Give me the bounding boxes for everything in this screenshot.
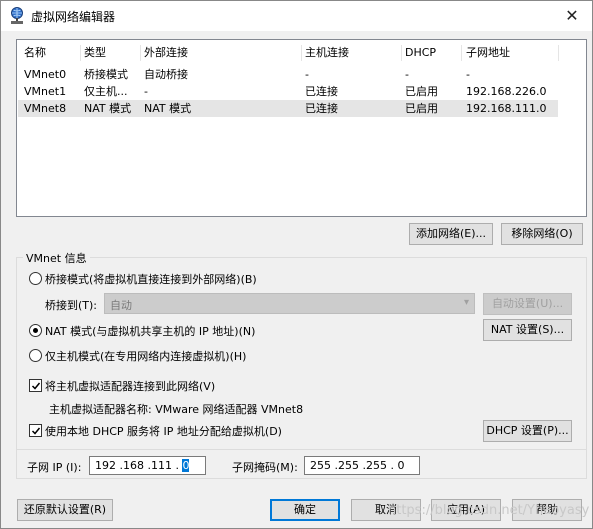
table-row[interactable]: VMnet0 桥接模式 自动桥接 - - - [18,66,558,83]
cell-subnet: - [466,68,470,81]
column-header-host[interactable]: 主机连接 [305,41,401,65]
table-row[interactable]: VMnet1 仅主机... - 已连接 已启用 192.168.226.0 [18,83,558,100]
use-dhcp-label[interactable]: 使用本地 DHCP 服务将 IP 地址分配给虚拟机(D) [45,423,282,439]
cell-type: 仅主机... [84,85,128,98]
cell-subnet: 192.168.111.0 [466,102,547,115]
bridged-mode-label[interactable]: 桥接模式(将虚拟机直接连接到外部网络)(B) [45,271,257,287]
bridged-mode-radio[interactable] [29,272,42,285]
checkmark-icon [31,427,41,435]
bridged-to-label: 桥接到(T): [45,299,98,312]
use-dhcp-checkbox[interactable] [29,424,42,437]
column-header-external[interactable]: 外部连接 [144,41,304,65]
subnet-mask-label: 子网掩码(M): [232,461,298,474]
divider [16,449,587,450]
adapter-name-label: 主机虚拟适配器名称: VMware 网络适配器 VMnet8 [49,403,304,416]
host-only-mode-label[interactable]: 仅主机模式(在专用网络内连接虚拟机)(H) [45,348,246,364]
table-row-selected[interactable]: VMnet8 NAT 模式 NAT 模式 已连接 已启用 192.168.111… [18,100,558,117]
auto-settings-button[interactable]: 自动设置(U)... [483,293,572,315]
column-header-name[interactable]: 名称 [24,41,82,65]
network-globe-icon [11,7,23,24]
title-bar: 虚拟网络编辑器 ✕ [1,1,592,31]
column-divider [301,45,302,61]
close-icon: ✕ [565,6,579,25]
ok-button[interactable]: 确定 [270,499,340,521]
network-list-table[interactable]: 名称 类型 外部连接 主机连接 DHCP 子网地址 VMnet0 桥接模式 自动… [16,39,587,217]
cell-dhcp: - [405,68,409,81]
cell-name: VMnet1 [24,85,67,98]
window-title: 虚拟网络编辑器 [31,10,116,24]
vmnet-info-title: VMnet 信息 [23,250,90,266]
table-header-row: 名称 类型 外部连接 主机连接 DHCP 子网地址 [18,41,559,65]
host-only-mode-radio[interactable] [29,349,42,362]
column-header-subnet[interactable]: 子网地址 [466,41,566,65]
cell-external: NAT 模式 [144,102,192,115]
cell-host: 已连接 [305,85,338,98]
subnet-ip-input[interactable]: 192 .168 .111 . 0 [89,456,206,475]
remove-network-button[interactable]: 移除网络(O) [501,223,583,245]
cell-external: 自动桥接 [144,68,188,81]
cell-dhcp: 已启用 [405,85,438,98]
column-divider [558,45,559,61]
cell-host: - [305,68,309,81]
cell-host: 已连接 [305,102,338,115]
nat-mode-label[interactable]: NAT 模式(与虚拟机共享主机的 IP 地址)(N) [45,323,255,339]
add-network-button[interactable]: 添加网络(E)... [409,223,493,245]
cell-subnet: 192.168.226.0 [466,85,547,98]
subnet-ip-label: 子网 IP (I): [27,461,82,474]
cell-external: - [144,85,148,98]
virtual-network-editor-dialog: 虚拟网络编辑器 ✕ 名称 类型 外部连接 主机连接 DHCP 子网地址 VMne… [0,0,593,529]
connect-adapter-label[interactable]: 将主机虚拟适配器连接到此网络(V) [45,378,215,394]
restore-defaults-button[interactable]: 还原默认设置(R) [17,499,113,521]
column-header-dhcp[interactable]: DHCP [405,41,463,65]
cell-name: VMnet8 [24,102,67,115]
checkmark-icon [31,382,41,390]
nat-mode-radio[interactable] [29,324,42,337]
close-button[interactable]: ✕ [552,1,592,31]
vmnet-info-group [16,257,587,479]
chevron-down-icon: ▾ [463,297,469,308]
bridged-to-select[interactable]: 自动 ▾ [104,293,475,314]
cell-dhcp: 已启用 [405,102,438,115]
column-divider [461,45,462,61]
cell-name: VMnet0 [24,68,67,81]
column-header-type[interactable]: 类型 [84,41,142,65]
cell-type: NAT 模式 [84,102,132,115]
watermark-text: https://blog.csdn.net/Yhaoyasy [388,503,590,518]
cell-type: 桥接模式 [84,68,128,81]
dhcp-settings-button[interactable]: DHCP 设置(P)... [483,420,572,442]
connect-adapter-checkbox[interactable] [29,379,42,392]
subnet-ip-selected-segment: 0 [182,459,190,472]
column-divider [401,45,402,61]
subnet-mask-input[interactable]: 255 .255 .255 . 0 [304,456,420,475]
bridged-to-value: 自动 [110,299,132,312]
subnet-ip-value: 192 .168 .111 . [95,459,183,472]
column-divider [80,45,81,61]
nat-settings-button[interactable]: NAT 设置(S)... [483,319,572,341]
column-divider [140,45,141,61]
